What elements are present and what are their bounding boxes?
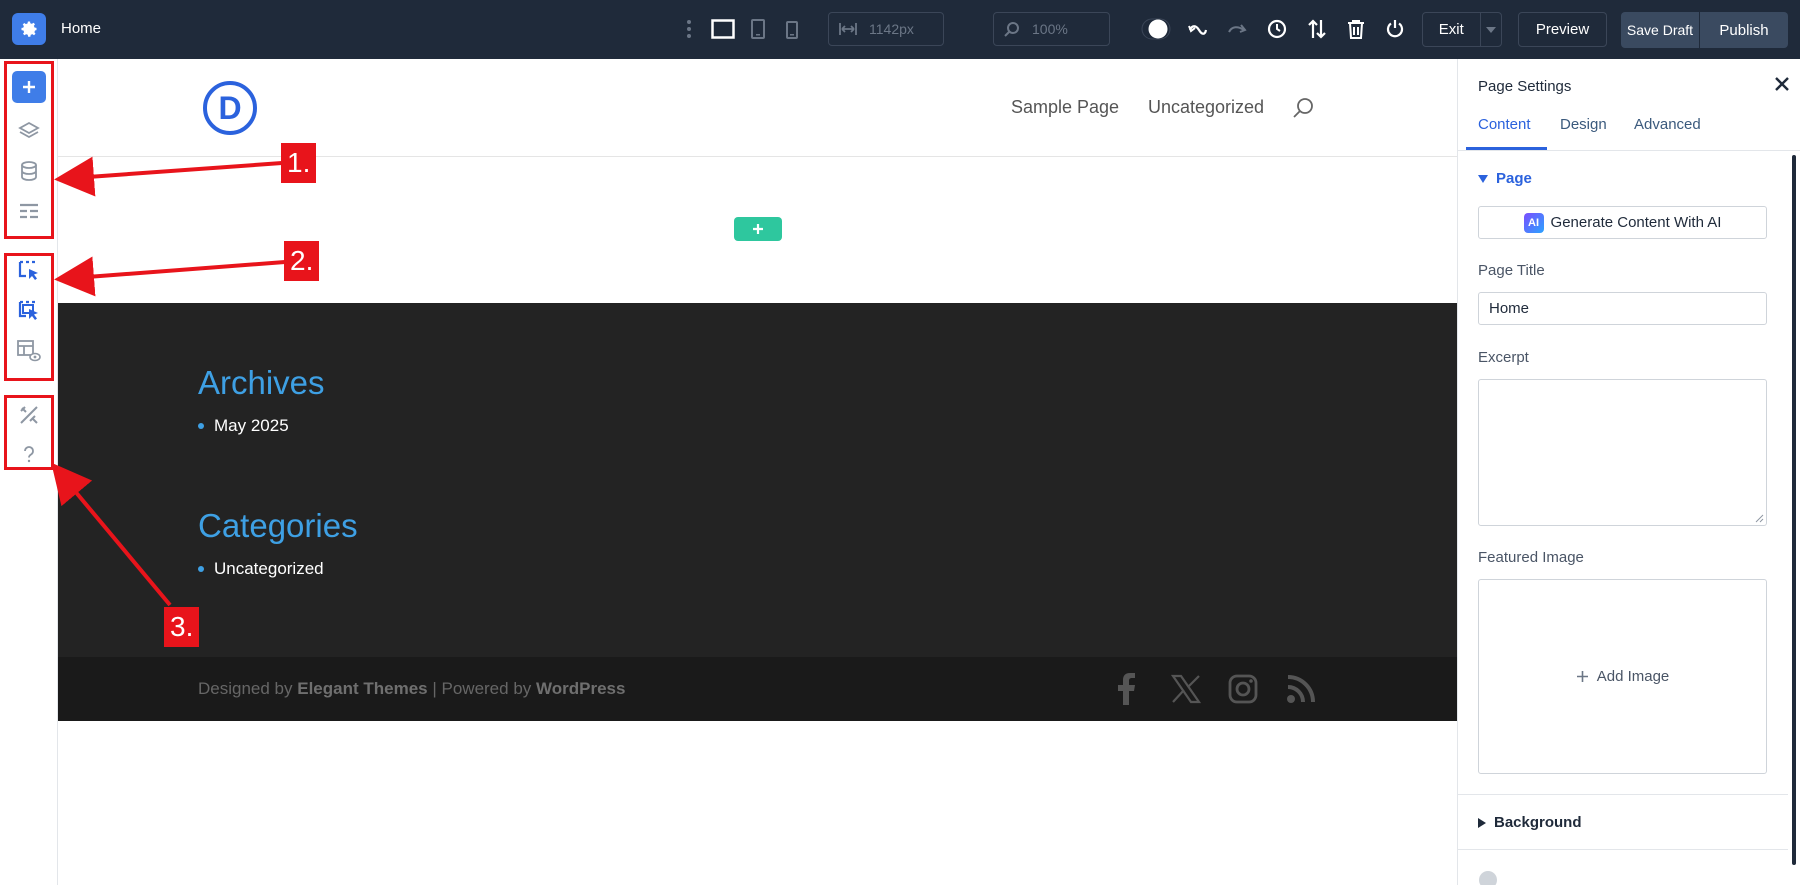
resize-handle-icon[interactable]: [1755, 514, 1764, 523]
section-divider: [1458, 849, 1788, 850]
panel-title: Page Settings: [1478, 78, 1572, 95]
featured-image-label: Featured Image: [1478, 549, 1584, 566]
annotation-label-2: 2.: [284, 241, 320, 281]
annotation-label-1: 1.: [281, 143, 317, 183]
section-background-toggle[interactable]: Background: [1478, 814, 1582, 831]
section-page-toggle[interactable]: Page: [1478, 170, 1532, 187]
tab-content[interactable]: Content: [1478, 116, 1531, 133]
close-icon: [1775, 77, 1789, 91]
excerpt-textarea[interactable]: [1478, 379, 1767, 526]
generate-ai-label: Generate Content With AI: [1550, 214, 1722, 231]
tab-advanced[interactable]: Advanced: [1634, 116, 1701, 133]
panel-help-icon[interactable]: [1478, 870, 1498, 885]
tab-design[interactable]: Design: [1560, 116, 1607, 133]
panel-scrollbar[interactable]: [1792, 155, 1796, 865]
excerpt-label: Excerpt: [1478, 349, 1529, 366]
page-settings-panel: Page Settings Content Design Advanced Pa…: [1457, 59, 1800, 885]
page-title-input[interactable]: Home: [1478, 292, 1767, 325]
annotation-label-3: 3.: [164, 607, 200, 647]
featured-image-dropzone[interactable]: Add Image: [1478, 579, 1767, 774]
generate-ai-button[interactable]: AI Generate Content With AI: [1478, 206, 1767, 239]
section-background-label: Background: [1494, 814, 1582, 831]
add-image-label: Add Image: [1596, 668, 1670, 685]
tab-divider: [1458, 150, 1800, 151]
section-divider: [1458, 794, 1788, 795]
caret-down-icon: [1478, 174, 1488, 183]
close-button[interactable]: [1771, 73, 1793, 95]
ai-icon: AI: [1523, 212, 1544, 233]
section-page-label: Page: [1496, 170, 1532, 187]
plus-icon: [1576, 671, 1588, 682]
caret-right-icon: [1478, 817, 1486, 828]
page-title-label: Page Title: [1478, 262, 1545, 279]
